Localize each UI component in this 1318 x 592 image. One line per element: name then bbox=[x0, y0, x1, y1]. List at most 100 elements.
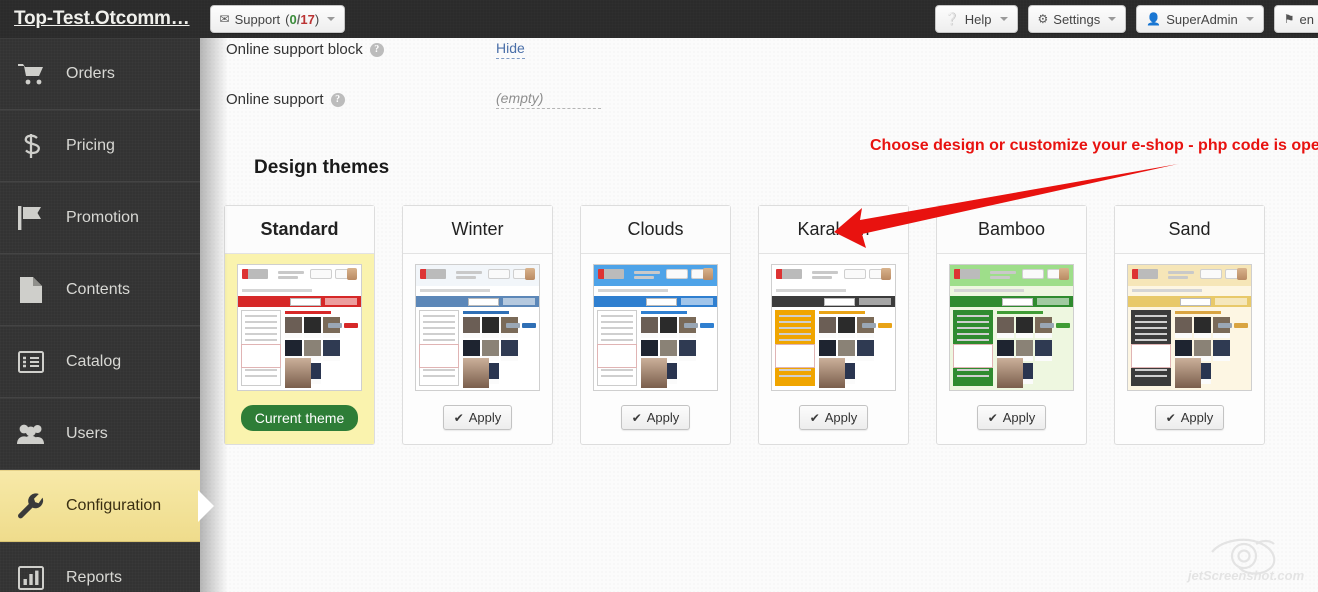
theme-body: ✔ Apply bbox=[581, 254, 730, 444]
theme-body: ✔ Apply bbox=[759, 254, 908, 444]
theme-name: Bamboo bbox=[937, 206, 1086, 254]
apply-theme-button[interactable]: ✔ Apply bbox=[976, 405, 1047, 430]
language-button[interactable]: ⚑ en bbox=[1273, 5, 1318, 33]
page-icon bbox=[14, 275, 48, 305]
sidebar-item-contents[interactable]: Contents bbox=[0, 254, 200, 326]
theme-preview-thumbnail[interactable] bbox=[237, 264, 362, 391]
theme-card-winter[interactable]: Winter ✔ Apply bbox=[402, 205, 553, 445]
theme-card-bamboo[interactable]: Bamboo ✔ Apply bbox=[936, 205, 1087, 445]
apply-label: Apply bbox=[468, 410, 502, 425]
users-icon bbox=[14, 419, 48, 449]
theme-card-clouds[interactable]: Clouds ✔ Apply bbox=[580, 205, 731, 445]
user-icon: 👤 bbox=[1146, 12, 1162, 26]
sidebar-item-catalog[interactable]: Catalog bbox=[0, 326, 200, 398]
sidebar-item-label: Contents bbox=[66, 281, 131, 298]
theme-action: ✔ Apply bbox=[976, 391, 1047, 443]
sidebar-item-label: Orders bbox=[66, 65, 115, 82]
help-icon[interactable]: ? bbox=[330, 92, 345, 107]
setting-label: Online support block ? bbox=[226, 41, 496, 58]
theme-body: Current theme bbox=[225, 254, 374, 444]
theme-action: ✔ Apply bbox=[442, 391, 513, 443]
theme-action: ✔ Apply bbox=[798, 391, 869, 443]
flag-icon: ⚑ bbox=[1283, 12, 1295, 26]
apply-theme-button[interactable]: ✔ Apply bbox=[1154, 405, 1225, 430]
sidebar-item-pricing[interactable]: Pricing bbox=[0, 110, 200, 182]
check-icon: ✔ bbox=[1165, 410, 1176, 425]
help-icon[interactable]: ? bbox=[369, 42, 384, 57]
theme-card-sand[interactable]: Sand ✔ Apply bbox=[1114, 205, 1265, 445]
sidebar-item-label: Users bbox=[66, 425, 108, 442]
chart-icon bbox=[14, 563, 48, 592]
theme-name: Standard bbox=[225, 206, 374, 254]
theme-body: ✔ Apply bbox=[1115, 254, 1264, 444]
apply-theme-button[interactable]: ✔ Apply bbox=[798, 405, 869, 430]
theme-preview-thumbnail[interactable] bbox=[1127, 264, 1252, 391]
check-icon: ✔ bbox=[453, 410, 464, 425]
setting-row-online-support-block: Online support block ? Hide bbox=[226, 40, 1226, 59]
annotation-text: Choose design or customize your e-shop -… bbox=[870, 137, 1318, 154]
online-support-value[interactable]: (empty) bbox=[496, 90, 601, 109]
sidebar-nav: Orders Pricing Promotion Contents Catalog Use… bbox=[0, 38, 214, 592]
apply-label: Apply bbox=[1180, 410, 1214, 425]
current-theme-badge: Current theme bbox=[240, 405, 359, 431]
apply-label: Apply bbox=[824, 410, 858, 425]
sidebar-item-label: Reports bbox=[66, 569, 123, 586]
brand-title[interactable]: Top-Test.Otcomm… bbox=[14, 8, 190, 30]
gear-icon: ⚙ bbox=[1037, 12, 1049, 26]
watermark-text: jetScreenshot.com bbox=[1186, 568, 1305, 583]
dollar-icon bbox=[14, 131, 48, 161]
sidebar-item-label: Configuration bbox=[66, 497, 162, 514]
jetscreenshot-watermark: jetScreenshot.com bbox=[1186, 538, 1305, 583]
user-menu-button[interactable]: 👤 SuperAdmin bbox=[1136, 5, 1264, 33]
chevron-down-icon bbox=[1245, 17, 1254, 21]
theme-card-karakum[interactable]: Karakum ✔ Apply bbox=[758, 205, 909, 445]
sidebar-item-configuration[interactable]: Configuration bbox=[0, 470, 214, 542]
chevron-down-icon bbox=[999, 17, 1008, 21]
chevron-down-icon bbox=[327, 17, 336, 21]
theme-name: Karakum bbox=[759, 206, 908, 254]
language-label: en bbox=[1299, 11, 1314, 27]
user-label: SuperAdmin bbox=[1166, 11, 1238, 27]
check-icon: ✔ bbox=[987, 410, 998, 425]
chevron-down-icon bbox=[1108, 17, 1117, 21]
app-root: Top-Test.Otcomm… ✉ Support (0/17) ❔ Help… bbox=[0, 0, 1318, 592]
theme-name: Clouds bbox=[581, 206, 730, 254]
top-bar: Top-Test.Otcomm… ✉ Support (0/17) ❔ Help… bbox=[0, 0, 1318, 38]
hide-link[interactable]: Hide bbox=[496, 40, 525, 59]
page-title: Design themes bbox=[254, 157, 390, 178]
sidebar-item-promotion[interactable]: Promotion bbox=[0, 182, 200, 254]
theme-name: Winter bbox=[403, 206, 552, 254]
theme-preview-thumbnail[interactable] bbox=[415, 264, 540, 391]
main-content: Online support block ? Hide Online suppo… bbox=[200, 38, 1318, 592]
setting-label-text: Online support block bbox=[226, 41, 363, 58]
settings-label: Settings bbox=[1053, 11, 1101, 27]
sidebar-item-reports[interactable]: Reports bbox=[0, 542, 200, 592]
support-button[interactable]: ✉ Support (0/17) bbox=[209, 5, 346, 33]
theme-action: ✔ Apply bbox=[620, 391, 691, 443]
apply-label: Apply bbox=[646, 410, 680, 425]
help-button[interactable]: ❔ Help bbox=[934, 5, 1018, 33]
support-counts: (0/17) bbox=[285, 11, 320, 27]
sidebar-item-users[interactable]: Users bbox=[0, 398, 200, 470]
apply-theme-button[interactable]: ✔ Apply bbox=[442, 405, 513, 430]
apply-theme-button[interactable]: ✔ Apply bbox=[620, 405, 691, 430]
theme-preview-thumbnail[interactable] bbox=[593, 264, 718, 391]
settings-button[interactable]: ⚙ Settings bbox=[1027, 5, 1127, 33]
theme-preview-thumbnail[interactable] bbox=[949, 264, 1074, 391]
setting-label: Online support ? bbox=[226, 91, 496, 108]
help-label: Help bbox=[964, 11, 992, 27]
setting-label-text: Online support bbox=[226, 91, 324, 108]
theme-action: ✔ Apply bbox=[1154, 391, 1225, 443]
check-icon: ✔ bbox=[809, 410, 820, 425]
wrench-icon bbox=[14, 491, 48, 521]
apply-label: Apply bbox=[1002, 410, 1036, 425]
theme-cards-grid: Standard Current theme Winter ✔ Apply Clouds ✔… bbox=[224, 205, 1265, 445]
sidebar-item-orders[interactable]: Orders bbox=[0, 38, 200, 110]
theme-card-standard[interactable]: Standard Current theme bbox=[224, 205, 375, 445]
theme-name: Sand bbox=[1115, 206, 1264, 254]
list-icon bbox=[14, 347, 48, 377]
theme-body: ✔ Apply bbox=[937, 254, 1086, 444]
theme-body: ✔ Apply bbox=[403, 254, 552, 444]
theme-preview-thumbnail[interactable] bbox=[771, 264, 896, 391]
sidebar-item-label: Pricing bbox=[66, 137, 115, 154]
